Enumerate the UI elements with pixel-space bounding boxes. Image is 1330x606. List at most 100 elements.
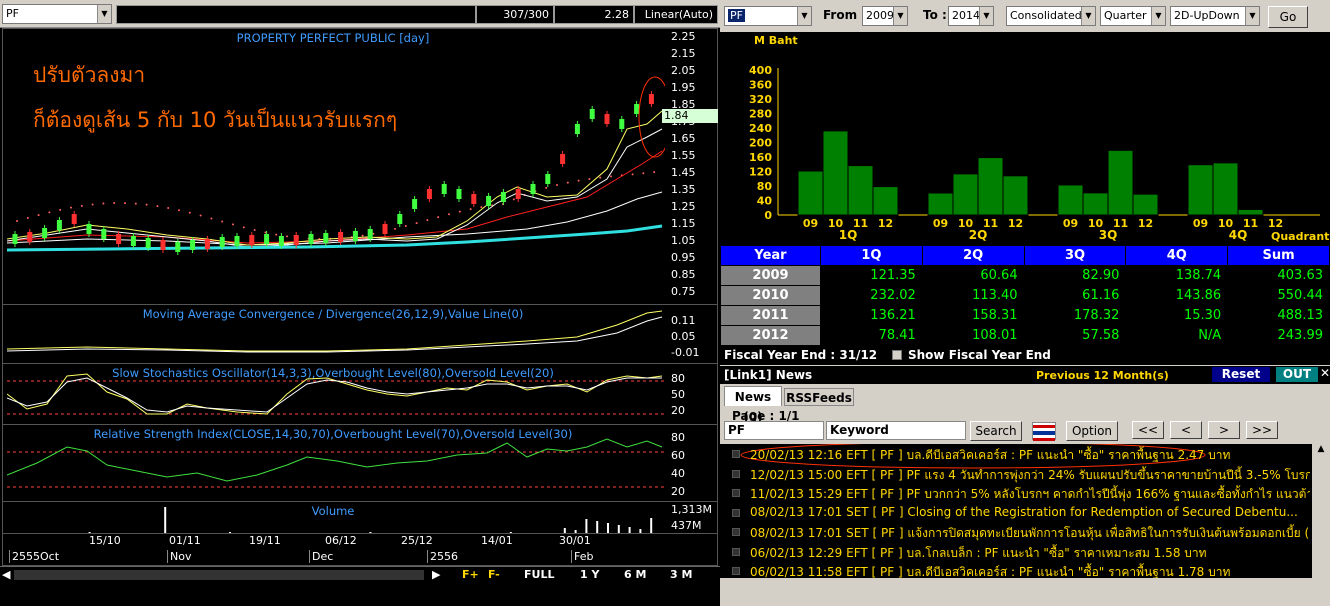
axis-tick: 50 xyxy=(671,388,685,401)
search-button[interactable]: Search xyxy=(970,421,1022,441)
chevron-down-icon[interactable]: ▼ xyxy=(797,7,811,25)
news-item[interactable]: 06/02/13 11:58 EFT [ PF ] บล.ดีบีเอสวิคเ… xyxy=(750,563,1310,578)
price-axis: 2.252.152.051.951.851.751.651.551.451.35… xyxy=(665,29,721,304)
axis-tick: 1.15 xyxy=(671,217,696,230)
to-select[interactable]: 2014 ▼ xyxy=(948,6,994,26)
value-cell: 82.90 xyxy=(1023,265,1127,286)
chevron-down-icon[interactable]: ▼ xyxy=(1151,7,1165,25)
rsi-panel[interactable]: Relative Strength Index(CLOSE,14,30,70),… xyxy=(2,424,718,502)
news-item[interactable]: 08/02/13 17:01 SET [ PF ] แจ้งการปิดสมุด… xyxy=(750,524,1310,543)
column-header: 4Q xyxy=(1125,245,1229,266)
3m-button[interactable]: 3 M xyxy=(670,568,692,581)
6m-button[interactable]: 6 M xyxy=(624,568,646,581)
ma-short xyxy=(7,110,663,246)
year-cell: 2011 xyxy=(720,305,821,326)
first-page-button[interactable]: << xyxy=(1132,421,1164,439)
price-panel[interactable]: PROPERTY PERFECT PUBLIC [day] ปรับตัวลงม… xyxy=(2,28,718,305)
show-fiscal-checkbox[interactable] xyxy=(892,350,902,360)
news-scrollbar[interactable]: ▲ xyxy=(1312,444,1330,578)
date-axis: 15/10 01/11 19/11 06/12 25/12 14/01 30/01 2555O… xyxy=(2,533,718,566)
news-item[interactable]: 20/02/13 12:16 EFT [ PF ] บล.ดีบีเอสวิคเ… xyxy=(750,446,1310,465)
bar[interactable] xyxy=(1132,193,1159,216)
table-row: 2012 78.41 108.01 57.58 N/A 243.99 xyxy=(720,325,1330,346)
bar[interactable] xyxy=(927,192,954,216)
chart-toolbar: PF ▼ 307/300 2.28 Linear(Auto) xyxy=(0,0,720,28)
bar[interactable] xyxy=(1002,175,1029,216)
fin-symbol-select[interactable]: PF ▼ xyxy=(724,6,812,26)
news-item[interactable]: 12/02/13 15:00 EFT [ PF ] PF แรง 4 วันทำ… xyxy=(750,466,1310,485)
stoch-panel[interactable]: Slow Stochastics Oscillator(14,3,3),Over… xyxy=(2,363,718,425)
tab-news[interactable]: News (0) xyxy=(724,386,782,424)
bar[interactable] xyxy=(797,170,824,216)
bar[interactable] xyxy=(952,173,979,216)
scroll-left-icon[interactable]: ◀ xyxy=(2,568,10,581)
value-cell: N/A xyxy=(1125,325,1229,346)
from-select[interactable]: 2009 ▼ xyxy=(862,6,908,26)
bar[interactable] xyxy=(822,130,849,216)
column-header: 1Q xyxy=(820,245,923,266)
symbol-select[interactable]: PF ▼ xyxy=(2,4,112,24)
close-icon[interactable]: ✕ xyxy=(1320,366,1330,380)
y-tick: 0 xyxy=(764,209,772,222)
bar[interactable] xyxy=(847,165,874,216)
previous-months[interactable]: Previous 12 Month(s) xyxy=(1036,369,1169,382)
bar[interactable] xyxy=(1237,208,1264,216)
bar[interactable] xyxy=(1082,192,1109,216)
prev-page-button[interactable]: < xyxy=(1170,421,1202,439)
period-select[interactable]: Quarter ▼ xyxy=(1100,6,1166,26)
news-controls: News (0) RSSFeeds Page : 1/1 PF Keyword … xyxy=(720,384,1330,444)
value-cell: 243.99 xyxy=(1227,325,1330,346)
go-button[interactable]: Go xyxy=(1268,6,1308,28)
scroll-right-icon[interactable]: ▶ xyxy=(432,568,440,581)
chevron-down-icon[interactable]: ▼ xyxy=(1081,7,1095,25)
macd-panel[interactable]: Moving Average Convergence / Divergence(… xyxy=(2,304,718,364)
option-button[interactable]: Option xyxy=(1066,421,1118,441)
chevron-down-icon[interactable]: ▼ xyxy=(97,5,111,23)
out-button[interactable]: OUT xyxy=(1276,367,1318,382)
axis-tick: 2.15 xyxy=(671,47,696,60)
axis-tick: 2.05 xyxy=(671,64,696,77)
from-label: From : xyxy=(823,8,867,22)
scale-mode[interactable]: Linear(Auto) xyxy=(634,5,718,24)
flag-icon[interactable] xyxy=(1032,422,1056,441)
group-label: 2Q xyxy=(969,228,988,242)
scrollbar[interactable] xyxy=(14,570,424,580)
view-select[interactable]: 2D-UpDown ▼ xyxy=(1170,6,1260,26)
news-item[interactable]: 06/02/13 12:29 EFT [ PF ] บล.โกลเบล็ก : … xyxy=(750,544,1310,563)
bar[interactable] xyxy=(872,186,899,216)
x-tick: 12 xyxy=(1268,217,1283,230)
year-cell: 2009 xyxy=(720,265,821,286)
x-tick: 09 xyxy=(803,217,818,230)
bar[interactable] xyxy=(1212,162,1239,216)
chevron-down-icon[interactable]: ▼ xyxy=(1245,7,1259,25)
news-item[interactable]: 08/02/13 17:01 SET [ PF ] Closing of the… xyxy=(750,505,1310,524)
news-item[interactable]: 11/02/13 15:29 EFT [ PF ] PF บวกกว่า 5% … xyxy=(750,485,1310,504)
date-tick: 01/11 xyxy=(169,534,201,547)
last-page-button[interactable]: >> xyxy=(1246,421,1278,439)
show-fiscal-label: Show Fiscal Year End xyxy=(908,348,1051,362)
financial-chart: M Baht 0 40 80 120 160 200 240 280 320 360 400 09 10… xyxy=(720,32,1330,245)
reset-button[interactable]: Reset xyxy=(1212,367,1270,382)
bar[interactable] xyxy=(1107,149,1134,216)
1y-button[interactable]: 1 Y xyxy=(580,568,599,581)
fplus-button[interactable]: F+ xyxy=(462,568,479,581)
value-cell: 488.13 xyxy=(1227,305,1330,326)
keyword-input[interactable]: Keyword xyxy=(826,421,966,440)
month-tick: 2556 xyxy=(427,550,458,563)
tab-rssfeeds[interactable]: RSSFeeds xyxy=(784,388,854,406)
full-button[interactable]: FULL xyxy=(524,568,554,581)
bar[interactable] xyxy=(1057,184,1084,216)
axis-tick: 20 xyxy=(671,404,685,417)
fminus-button[interactable]: F- xyxy=(488,568,500,581)
chevron-down-icon[interactable]: ▼ xyxy=(893,7,907,25)
column-header: 3Q xyxy=(1023,245,1127,266)
news-symbol-input[interactable]: PF xyxy=(724,421,824,440)
bar[interactable] xyxy=(977,157,1004,216)
next-page-button[interactable]: > xyxy=(1208,421,1240,439)
value-cell: 78.41 xyxy=(820,325,923,346)
chevron-down-icon[interactable]: ▼ xyxy=(979,7,993,25)
consolidated-select[interactable]: Consolidated ▼ xyxy=(1006,6,1096,26)
group-label: 4Q xyxy=(1229,228,1248,242)
price-badge: 1.84 xyxy=(662,109,718,123)
bar[interactable] xyxy=(1187,164,1214,216)
